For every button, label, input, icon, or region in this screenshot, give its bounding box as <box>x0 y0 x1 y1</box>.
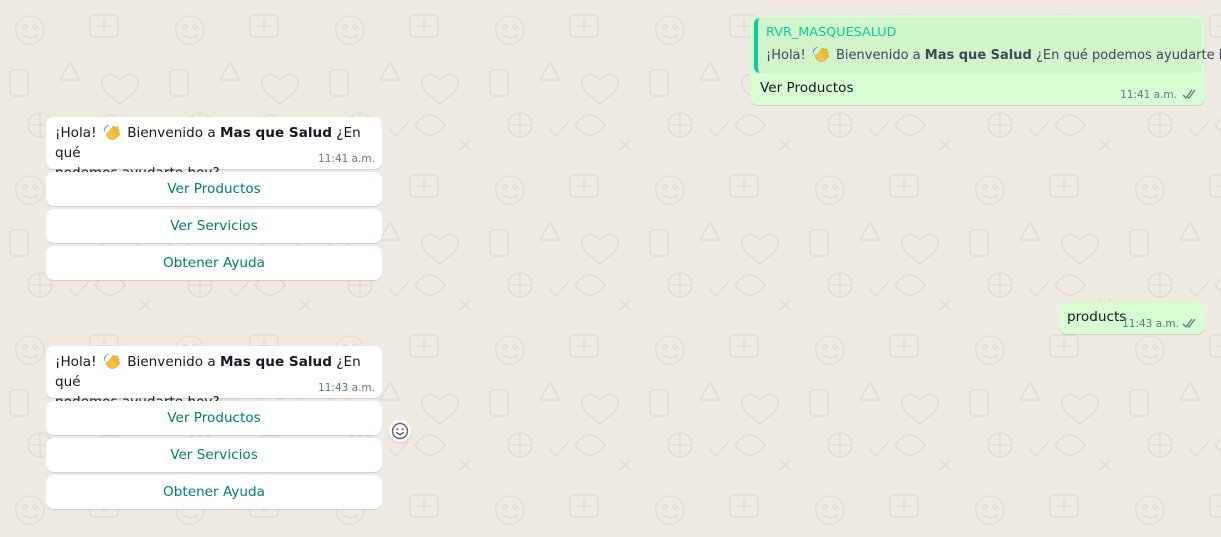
incoming-message[interactable]: ¡Hola! Bienvenido a Mas que Salud ¿En qu… <box>46 117 382 181</box>
quote-author: RVR_MASQUESALUD <box>766 25 897 40</box>
react-emoji-button[interactable] <box>389 420 411 442</box>
quick-reply-button-ver-servicios[interactable]: Ver Servicios <box>46 438 382 472</box>
double-check-icon <box>1182 89 1196 99</box>
quick-reply-button-ver-productos[interactable]: Ver Productos <box>46 401 382 435</box>
quick-reply-button-ver-servicios[interactable]: Ver Servicios <box>46 209 382 243</box>
message-time: 11:41 a.m. <box>1120 89 1177 101</box>
message-text: products <box>1067 309 1127 325</box>
outgoing-message[interactable]: products 11:43 a.m. <box>1059 302 1205 334</box>
quick-reply-button-obtener-ayuda[interactable]: Obtener Ayuda <box>46 246 382 280</box>
message-text: Ver Productos <box>760 80 854 96</box>
message-time: 11:43 a.m. <box>318 382 375 394</box>
quick-reply-button-obtener-ayuda[interactable]: Obtener Ayuda <box>46 475 382 509</box>
waving-hand-icon <box>103 124 120 140</box>
outgoing-reply-message[interactable]: RVR_MASQUESALUD ¡Hola! Bienvenido a Mas … <box>750 15 1221 105</box>
quick-reply-button-ver-productos[interactable]: Ver Productos <box>46 172 382 206</box>
waving-hand-icon <box>103 353 120 369</box>
quote-text: ¡Hola! Bienvenido a Mas que Salud ¿En qu… <box>766 45 1221 65</box>
waving-hand-icon <box>812 46 829 62</box>
smiley-icon <box>391 422 409 440</box>
message-time: 11:41 a.m. <box>318 153 375 165</box>
double-check-icon <box>1182 318 1196 328</box>
quoted-message[interactable]: RVR_MASQUESALUD ¡Hola! Bienvenido a Mas … <box>754 18 1221 73</box>
incoming-message[interactable]: ¡Hola! Bienvenido a Mas que Salud ¿En qu… <box>46 346 382 410</box>
message-time: 11:43 a.m. <box>1122 318 1179 330</box>
